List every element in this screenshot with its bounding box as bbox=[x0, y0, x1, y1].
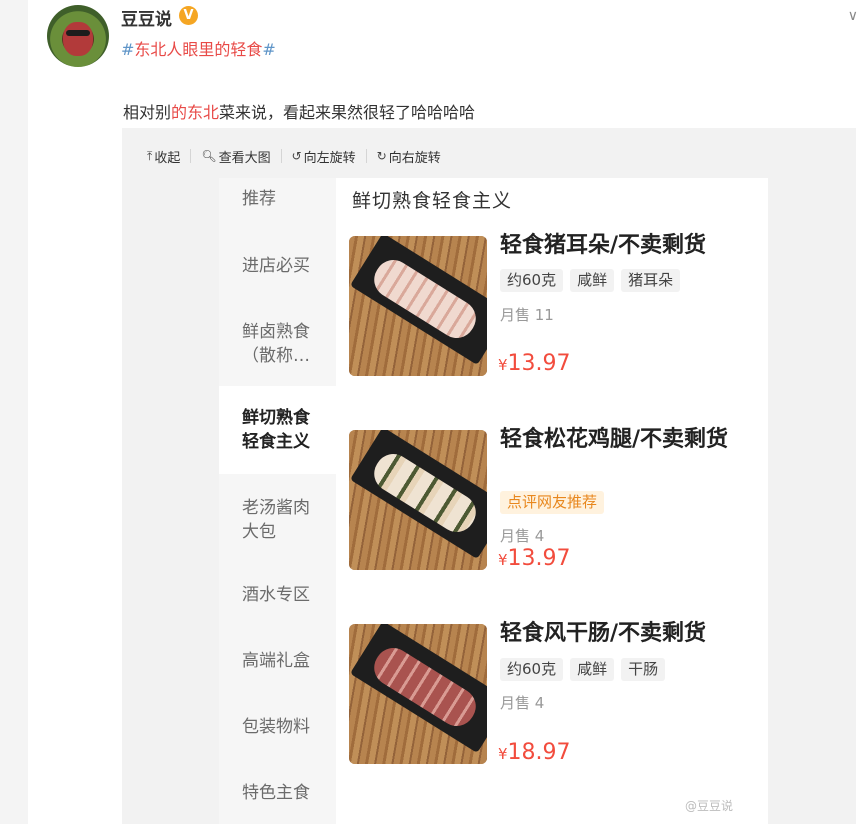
product-price: ¥18.97 bbox=[498, 740, 571, 765]
product-tag: 咸鲜 bbox=[570, 658, 615, 681]
avatar-eyes bbox=[66, 30, 90, 36]
weibo-post-card: 豆豆说 V ∨ #东北人眼里的轻食# 相对别的东北菜来说，看起来果然很轻了哈哈哈… bbox=[28, 0, 860, 824]
search-icon: 🔍︎ bbox=[201, 149, 217, 163]
rotate-left-icon: ↺ bbox=[291, 149, 302, 163]
price-symbol: ¥ bbox=[498, 356, 508, 374]
rotate-right-icon: ↻ bbox=[376, 149, 387, 163]
recommend-tag: 点评网友推荐 bbox=[500, 491, 605, 514]
sidebar-item: 推荐 bbox=[242, 189, 276, 209]
sidebar-item: 特色主食 bbox=[242, 783, 310, 803]
product-name: 轻食风干肠/不卖剩货 bbox=[500, 621, 707, 646]
rotate-right-button[interactable]: ↻ 向右旋转 bbox=[376, 149, 451, 166]
price-value: 13.97 bbox=[507, 351, 571, 376]
sidebar-item: 包装物料 bbox=[242, 717, 310, 737]
username[interactable]: 豆豆说 bbox=[121, 5, 172, 30]
product-image-dried-sausage bbox=[349, 624, 487, 764]
product-tag: 约60克 bbox=[500, 658, 564, 681]
product-name: 轻食松花鸡腿/不卖剩货 bbox=[500, 427, 729, 452]
topic-link[interactable]: #东北人眼里的轻食# bbox=[121, 36, 276, 60]
media-viewer: ⤒ 收起 🔍︎ 查看大图 ↺ 向左旋转 ↻ 向右旋转 推荐 进店必买 鲜卤熟食 （散称…… bbox=[122, 128, 856, 824]
price-value: 18.97 bbox=[507, 740, 571, 765]
avatar[interactable] bbox=[47, 5, 109, 67]
collapse-icon: ⤒ bbox=[147, 148, 153, 163]
topic-hash-close: # bbox=[262, 40, 276, 59]
sidebar-item: 老汤酱肉 大包 bbox=[242, 498, 310, 542]
collapse-label: 收起 bbox=[154, 150, 181, 166]
product-price: ¥13.97 bbox=[498, 546, 571, 571]
rotate-left-label: 向左旋转 bbox=[303, 150, 356, 166]
product-tag: 猪耳朵 bbox=[621, 269, 681, 292]
product-price: ¥13.97 bbox=[498, 351, 571, 376]
media-toolbar: ⤒ 收起 🔍︎ 查看大图 ↺ 向左旋转 ↻ 向右旋转 bbox=[122, 128, 461, 184]
view-large-button[interactable]: 🔍︎ 查看大图 bbox=[201, 149, 282, 166]
sidebar-item-active: 鲜切熟食 轻食主义 bbox=[219, 386, 336, 474]
topic-text: 东北人眼里的轻食 bbox=[134, 40, 263, 59]
post-text-highlight[interactable]: 的东北 bbox=[171, 103, 219, 122]
topic-hash-open: # bbox=[121, 40, 135, 59]
product-tags: 约60克 咸鲜 猪耳朵 bbox=[500, 269, 681, 292]
verified-badge-icon: V bbox=[179, 6, 198, 25]
rotate-right-label: 向右旋转 bbox=[388, 150, 441, 166]
price-symbol: ¥ bbox=[498, 745, 508, 763]
product-image-chicken-leg bbox=[349, 430, 487, 570]
view-large-label: 查看大图 bbox=[218, 150, 271, 166]
rotate-left-button[interactable]: ↺ 向左旋转 bbox=[291, 149, 367, 166]
avatar-face bbox=[63, 22, 93, 56]
sidebar-item: 高端礼盒 bbox=[242, 651, 310, 671]
product-image-pig-ear bbox=[349, 236, 487, 376]
post-text-part: 菜来说，看起来果然很轻了哈哈哈哈 bbox=[219, 103, 476, 122]
product-tag: 约60克 bbox=[500, 269, 564, 292]
product-tag: 咸鲜 bbox=[570, 269, 615, 292]
product-tag: 干肠 bbox=[621, 658, 666, 681]
sidebar-item: 鲜卤熟食 （散称… bbox=[242, 322, 310, 366]
chevron-down-icon[interactable]: ∨ bbox=[848, 8, 858, 24]
monthly-sales: 月售 4 bbox=[500, 694, 545, 712]
collapse-button[interactable]: ⤒ 收起 bbox=[147, 148, 192, 166]
product-tags: 约60克 咸鲜 干肠 bbox=[500, 658, 666, 681]
product-tags: 点评网友推荐 bbox=[500, 491, 605, 514]
product-name: 轻食猪耳朵/不卖剩货 bbox=[500, 233, 707, 258]
post-text: 相对别的东北菜来说，看起来果然很轻了哈哈哈哈 bbox=[123, 99, 475, 123]
post-image[interactable]: 推荐 进店必买 鲜卤熟食 （散称… 鲜切熟食 轻食主义 老汤酱肉 大包 酒水专区… bbox=[219, 178, 768, 824]
weibo-watermark: @豆豆说 bbox=[685, 799, 734, 813]
category-sidebar: 推荐 进店必买 鲜卤熟食 （散称… 鲜切熟食 轻食主义 老汤酱肉 大包 酒水专区… bbox=[219, 178, 336, 824]
sidebar-item: 酒水专区 bbox=[242, 585, 310, 605]
post-text-part: 相对别 bbox=[123, 103, 172, 122]
category-title: 鲜切熟食轻食主义 bbox=[352, 190, 513, 212]
price-value: 13.97 bbox=[507, 546, 571, 571]
price-symbol: ¥ bbox=[498, 551, 508, 569]
monthly-sales: 月售 4 bbox=[500, 527, 545, 545]
monthly-sales: 月售 11 bbox=[500, 306, 554, 324]
sidebar-item: 进店必买 bbox=[242, 256, 310, 276]
